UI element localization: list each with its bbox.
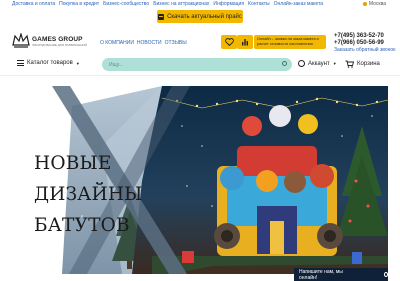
cart-button[interactable]: Корзина bbox=[345, 60, 380, 68]
nav-link-business-attractions[interactable]: Бизнес на аттракционах bbox=[153, 1, 209, 7]
banner-line-2: ДИЗАЙНЫ bbox=[34, 184, 143, 205]
account-label: Аккаунт bbox=[308, 60, 330, 67]
location-pin-icon bbox=[362, 2, 367, 6]
heart-icon bbox=[224, 38, 234, 46]
nav-link-reviews[interactable]: ОТЗЫВЫ bbox=[165, 40, 187, 46]
online-order-banner[interactable]: Онлайн – заявка на заказ макета и расчет… bbox=[254, 35, 326, 49]
chat-label: Напишите нам, мы онлайн! bbox=[299, 268, 343, 281]
download-price-button[interactable]: Скачать актуальный прайс bbox=[157, 10, 243, 23]
nav-link-contacts[interactable]: Контакты bbox=[248, 1, 270, 7]
chevron-down-icon: ▼ bbox=[75, 60, 80, 66]
favorites-button[interactable] bbox=[221, 35, 237, 49]
download-price-label: Скачать актуальный прайс bbox=[167, 13, 242, 20]
account-button[interactable]: Аккаунт ▼ bbox=[298, 60, 337, 67]
download-icon bbox=[158, 13, 165, 20]
top-nav: Доставка и оплата Покупка в кредит Бизне… bbox=[12, 1, 323, 7]
nav-link-about[interactable]: О КОМПАНИИ bbox=[100, 40, 134, 46]
chat-widget[interactable]: Напишите нам, мы онлайн! bbox=[294, 268, 388, 281]
search-placeholder: Ищу... bbox=[109, 61, 123, 68]
menu-icon bbox=[17, 60, 24, 66]
logo-title: GAMES GROUP bbox=[32, 35, 83, 43]
banner-line-1: НОВЫЕ bbox=[34, 153, 112, 174]
city-selector[interactable]: Москва bbox=[362, 1, 386, 7]
phone-1[interactable]: +7(495) 363-52-70 bbox=[334, 33, 395, 40]
nav-link-news[interactable]: НОВОСТИ bbox=[137, 40, 162, 46]
banner-headline: НОВЫЕ ДИЗАЙНЫ БАТУТОВ bbox=[34, 148, 143, 241]
banner-line-3: БАТУТОВ bbox=[34, 215, 130, 236]
nav-link-information[interactable]: Информация bbox=[213, 1, 244, 7]
catalog-label: Каталог товаров bbox=[27, 60, 73, 66]
bar-chart-icon bbox=[242, 39, 248, 46]
chevron-down-icon: ▼ bbox=[332, 61, 337, 66]
header-divider bbox=[0, 75, 400, 76]
nav-link-delivery[interactable]: Доставка и оплата bbox=[12, 1, 55, 7]
callback-link[interactable]: Заказать обратный звонок bbox=[334, 47, 395, 54]
chat-options-icon[interactable] bbox=[383, 272, 388, 277]
nav-link-business-community[interactable]: Бизнес-сообщество bbox=[103, 1, 149, 7]
nav-link-credit[interactable]: Покупка в кредит bbox=[59, 1, 99, 7]
cart-icon bbox=[345, 60, 354, 68]
search-icon[interactable] bbox=[282, 61, 287, 66]
crown-icon bbox=[12, 33, 30, 48]
phone-2[interactable]: +7(966) 050-56-99 bbox=[334, 40, 395, 47]
logo[interactable]: GAMES GROUP ОБОРУДОВАНИЕ ДЛЯ РАЗВЛЕЧЕНИЙ bbox=[12, 33, 87, 49]
logo-subtitle: ОБОРУДОВАНИЕ ДЛЯ РАЗВЛЕЧЕНИЙ bbox=[32, 42, 87, 47]
city-label: Москва bbox=[368, 1, 386, 7]
compare-button[interactable] bbox=[237, 35, 253, 49]
nav-link-online-order[interactable]: Онлайн-заказ макета bbox=[274, 1, 323, 7]
contacts-block: +7(495) 363-52-70 +7(966) 050-56-99 Зака… bbox=[334, 33, 395, 54]
main-nav: О КОМПАНИИ НОВОСТИ ОТЗЫВЫ bbox=[100, 40, 187, 46]
user-icon bbox=[298, 60, 305, 67]
cart-label: Корзина bbox=[357, 61, 380, 67]
online-order-text: Онлайн – заявка на заказ макета и расчет… bbox=[257, 37, 319, 46]
search-input[interactable]: Ищу... bbox=[102, 58, 292, 71]
catalog-button[interactable]: Каталог товаров ▼ bbox=[17, 60, 80, 66]
